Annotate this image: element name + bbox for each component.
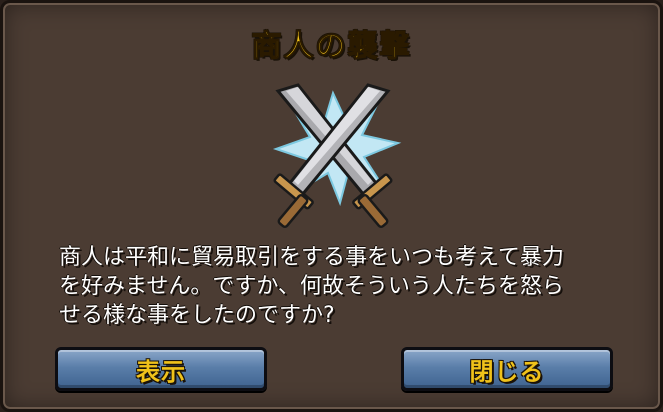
event-dialog: 商人の襲撃 商人は平和に貿易取引をする事をいつも考えて暴力 を好みません。ですか… [0, 0, 663, 412]
crossed-swords-icon [258, 73, 408, 238]
show-button[interactable]: 表示 [55, 347, 267, 391]
close-button[interactable]: 閉じる [401, 347, 613, 391]
dialog-title: 商人の襲撃 [251, 29, 412, 65]
show-button-label: 表示 [136, 357, 186, 386]
event-message: 商人は平和に貿易取引をする事をいつも考えて暴力 を好みません。ですか、何故そうい… [59, 245, 564, 328]
close-button-label: 閉じる [469, 357, 545, 386]
